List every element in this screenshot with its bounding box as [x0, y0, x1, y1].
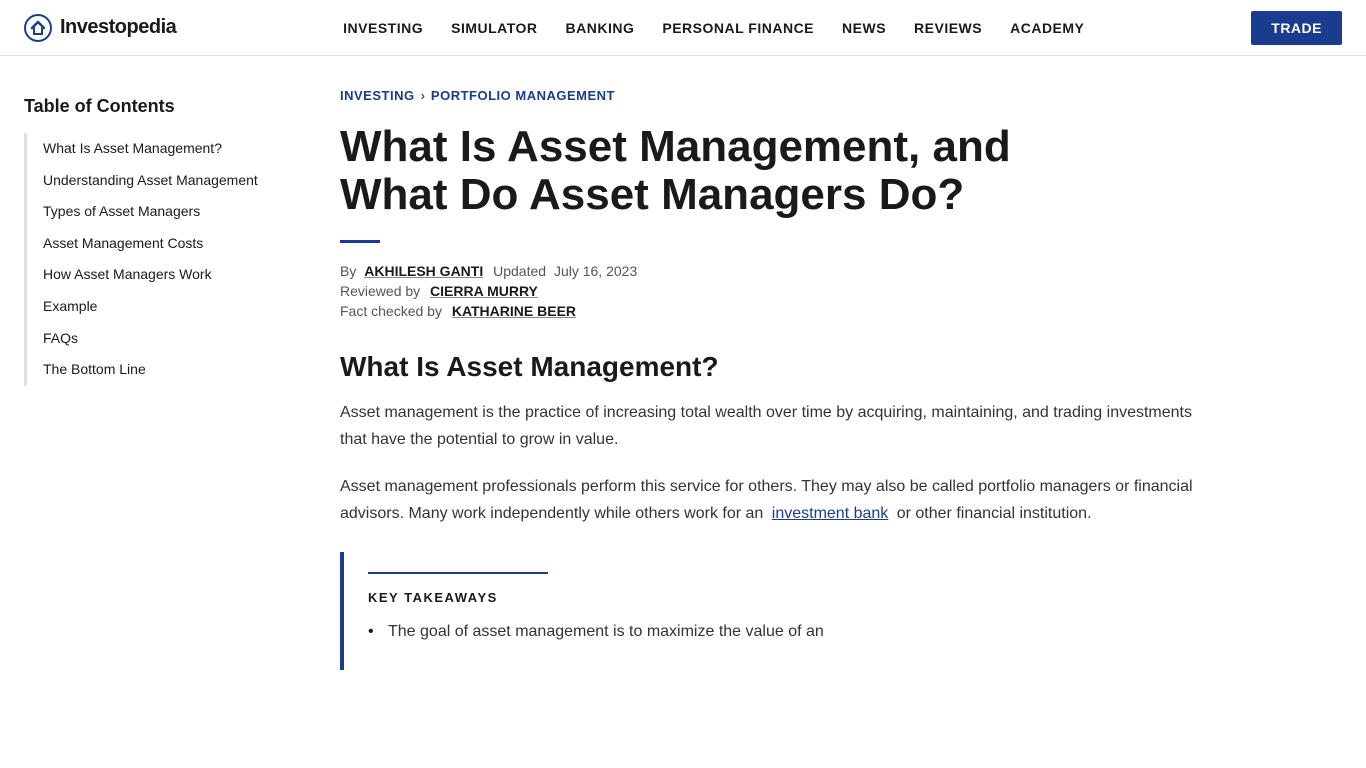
main-nav: INVESTING SIMULATOR BANKING PERSONAL FIN… — [343, 20, 1084, 36]
toc-link-understanding[interactable]: Understanding Asset Management — [43, 171, 276, 191]
toc-link-how[interactable]: How Asset Managers Work — [43, 265, 276, 285]
nav-banking[interactable]: BANKING — [566, 20, 635, 36]
reviewed-label: Reviewed by — [340, 283, 420, 299]
toc-item-4: Asset Management Costs — [27, 228, 276, 260]
nav-investing[interactable]: INVESTING — [343, 20, 423, 36]
toc-link-costs[interactable]: Asset Management Costs — [43, 234, 276, 254]
updated-label: Updated — [493, 263, 546, 279]
paragraph-2: Asset management professionals perform t… — [340, 473, 1200, 527]
author-line: By AKHILESH GANTI Updated July 16, 2023 — [340, 263, 1200, 279]
breadcrumb-separator: › — [421, 88, 425, 103]
key-takeaways-list: The goal of asset management is to maxim… — [368, 619, 1176, 645]
nav-news[interactable]: NEWS — [842, 20, 886, 36]
paragraph-2-end: or other financial institution. — [897, 505, 1092, 522]
fact-checked-line: Fact checked by KATHARINE BEER — [340, 303, 1200, 319]
title-underline — [340, 240, 380, 243]
toc-item-5: How Asset Managers Work — [27, 259, 276, 291]
toc-link-example[interactable]: Example — [43, 297, 276, 317]
main-content: INVESTING › PORTFOLIO MANAGEMENT What Is… — [300, 56, 1260, 768]
key-takeaways-box: KEY TAKEAWAYS The goal of asset manageme… — [340, 552, 1200, 671]
page-wrapper: Table of Contents What Is Asset Manageme… — [0, 56, 1366, 768]
paragraph-1: Asset management is the practice of incr… — [340, 399, 1200, 453]
logo-text: Investopedia — [60, 16, 176, 39]
toc-link-faqs[interactable]: FAQs — [43, 329, 276, 349]
by-label: By — [340, 263, 356, 279]
section-what-is: What Is Asset Management? Asset manageme… — [340, 351, 1200, 528]
logo-icon — [24, 14, 52, 42]
breadcrumb-current[interactable]: PORTFOLIO MANAGEMENT — [431, 88, 615, 103]
breadcrumb: INVESTING › PORTFOLIO MANAGEMENT — [340, 88, 1200, 103]
toc-item-7: FAQs — [27, 323, 276, 355]
toc-item-2: Understanding Asset Management — [27, 165, 276, 197]
toc-item-1: What Is Asset Management? — [27, 133, 276, 165]
fact-checker-name[interactable]: KATHARINE BEER — [452, 303, 576, 319]
author-info: By AKHILESH GANTI Updated July 16, 2023 … — [340, 263, 1200, 319]
toc-item-8: The Bottom Line — [27, 354, 276, 386]
table-of-contents: What Is Asset Management? Understanding … — [24, 133, 276, 386]
article-title: What Is Asset Management, and What Do As… — [340, 123, 1040, 220]
toc-link-bottom-line[interactable]: The Bottom Line — [43, 360, 276, 380]
breadcrumb-parent[interactable]: INVESTING — [340, 88, 415, 103]
nav-academy[interactable]: ACADEMY — [1010, 20, 1084, 36]
investment-bank-link[interactable]: investment bank — [772, 505, 889, 522]
section-what-is-heading: What Is Asset Management? — [340, 351, 1200, 383]
nav-simulator[interactable]: SIMULATOR — [451, 20, 537, 36]
toc-item-3: Types of Asset Managers — [27, 196, 276, 228]
trade-button[interactable]: TRADE — [1251, 11, 1342, 45]
key-takeaway-item-1: The goal of asset management is to maxim… — [368, 619, 1176, 645]
toc-title: Table of Contents — [24, 96, 276, 117]
updated-date: July 16, 2023 — [554, 263, 637, 279]
site-header: Investopedia INVESTING SIMULATOR BANKING… — [0, 0, 1366, 56]
toc-link-types[interactable]: Types of Asset Managers — [43, 202, 276, 222]
key-takeaways-title: KEY TAKEAWAYS — [368, 590, 1176, 605]
reviewer-name[interactable]: CIERRA MURRY — [430, 283, 538, 299]
toc-link-what-is[interactable]: What Is Asset Management? — [43, 139, 276, 159]
fact-checked-label: Fact checked by — [340, 303, 442, 319]
author-name[interactable]: AKHILESH GANTI — [364, 263, 483, 279]
nav-personal-finance[interactable]: PERSONAL FINANCE — [662, 20, 814, 36]
sidebar: Table of Contents What Is Asset Manageme… — [0, 56, 300, 768]
nav-reviews[interactable]: REVIEWS — [914, 20, 982, 36]
reviewed-line: Reviewed by CIERRA MURRY — [340, 283, 1200, 299]
toc-item-6: Example — [27, 291, 276, 323]
logo[interactable]: Investopedia — [24, 14, 176, 42]
